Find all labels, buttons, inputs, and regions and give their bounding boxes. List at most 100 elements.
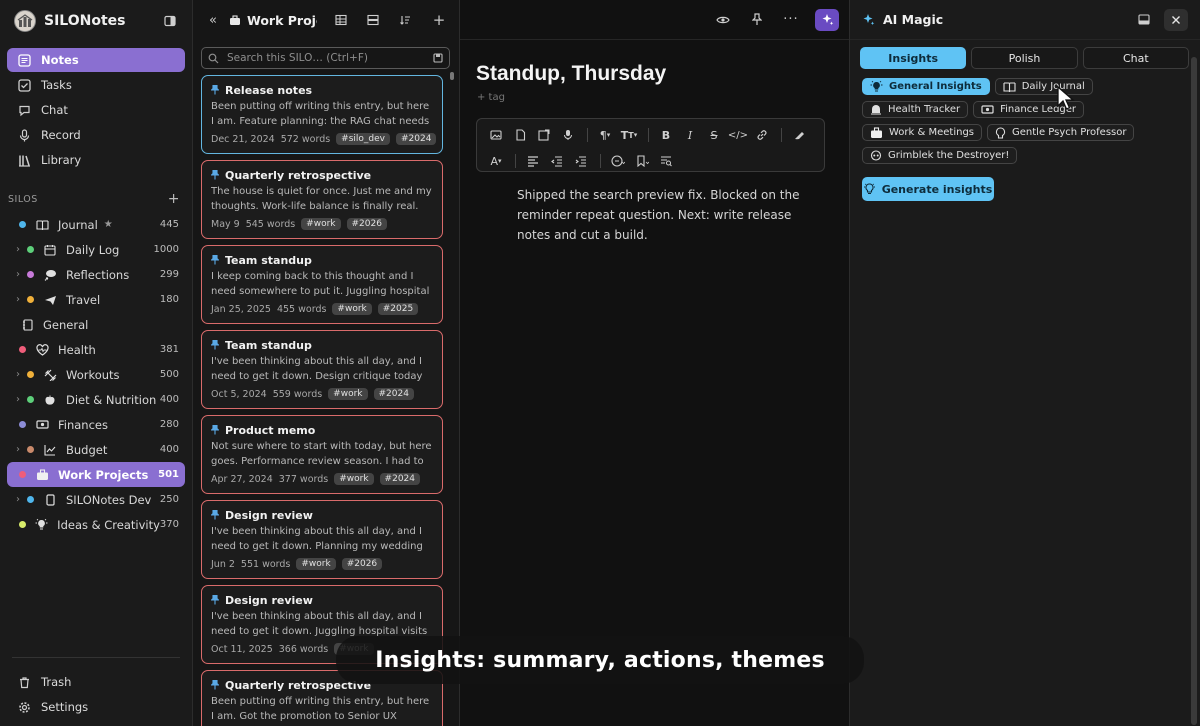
preset-chip-health-tracker[interactable]: Health Tracker [862, 101, 969, 118]
more-options-icon[interactable]: ··· [781, 10, 801, 30]
note-title[interactable]: Standup, Thursday [476, 62, 849, 86]
silo-item-budget[interactable]: › Budget 400 [7, 437, 185, 462]
star-icon[interactable]: ★ [104, 219, 113, 230]
tag-chip[interactable]: #work [328, 388, 368, 400]
tag-chip[interactable]: #2024 [396, 133, 437, 145]
nav-trash[interactable]: Trash [7, 670, 185, 694]
tag-chip[interactable]: #work [296, 558, 336, 570]
tag-chip[interactable]: #work [301, 218, 341, 230]
preset-chip-gentle-psych-professor[interactable]: Gentle Psych Professor [987, 124, 1135, 141]
note-card[interactable]: Team standup I've been thinking about thi… [201, 330, 443, 409]
ai-magic-toggle-icon[interactable] [815, 8, 839, 31]
search-options-icon[interactable] [433, 53, 443, 63]
tag-chip[interactable]: #2025 [377, 303, 419, 315]
nav-notes[interactable]: Notes [7, 48, 185, 72]
bookmark-icon[interactable] [631, 151, 653, 171]
nav-tasks[interactable]: Tasks [7, 73, 185, 97]
tab-insights[interactable]: Insights [860, 47, 967, 69]
link-icon[interactable] [751, 125, 773, 145]
search-input[interactable]: Search this SILO… (Ctrl+F) [201, 47, 450, 69]
silo-item-ideas-creativity[interactable]: Ideas & Creativity 370 [7, 512, 185, 537]
generate-insights-button[interactable]: Generate insights [862, 177, 994, 201]
add-silo-icon[interactable]: + [168, 191, 180, 207]
note-card[interactable]: Product memo Not sure where to start with… [201, 415, 443, 494]
insert-file-icon[interactable] [509, 125, 531, 145]
add-tag-button[interactable]: + tag [477, 92, 849, 103]
silo-item-reflections[interactable]: › Reflections 299 [7, 262, 185, 287]
silo-item-workouts[interactable]: › Workouts 500 [7, 362, 185, 387]
pin-icon[interactable] [211, 425, 219, 435]
ai-panel-scrollbar[interactable] [1191, 57, 1197, 725]
preset-chip-grimblek-the-destroyer[interactable]: Grimblek the Destroyer! [862, 147, 1018, 164]
nav-chat[interactable]: Chat [7, 98, 185, 122]
indent-icon[interactable] [570, 151, 592, 171]
pin-icon[interactable] [211, 680, 219, 690]
close-icon[interactable] [1164, 8, 1188, 31]
silo-item-finances[interactable]: Finances 280 [7, 412, 185, 437]
tag-chip[interactable]: #silo_dev [336, 133, 390, 145]
tab-chat[interactable]: Chat [1082, 47, 1189, 69]
silo-item-diet-nutrition[interactable]: › Diet & Nutrition 400 [7, 387, 185, 412]
pin-icon[interactable] [747, 10, 767, 30]
italic-icon[interactable]: I [679, 125, 701, 145]
paragraph-icon[interactable]: ¶ ▾ [594, 125, 616, 145]
chevron-right-icon[interactable]: › [13, 269, 23, 280]
silo-item-silonotes-dev[interactable]: › SILONotes Dev 250 [7, 487, 185, 512]
note-card[interactable]: Team standup I keep coming back to this t… [201, 245, 443, 324]
chevron-right-icon[interactable]: › [13, 294, 23, 305]
bold-icon[interactable]: B [655, 125, 677, 145]
pin-icon[interactable] [211, 595, 219, 605]
nav-record[interactable]: Record [7, 123, 185, 147]
emoji-icon[interactable] [607, 151, 629, 171]
preset-chip-daily-journal[interactable]: Daily Journal [994, 78, 1093, 95]
silo-item-general[interactable]: General [7, 312, 185, 337]
pin-icon[interactable] [211, 85, 219, 95]
chevron-left-icon[interactable]: « [203, 10, 223, 30]
note-card[interactable]: Release notes Been putting off writing th… [201, 75, 443, 154]
silo-item-daily-log[interactable]: › Daily Log 1000 [7, 237, 185, 262]
chevron-right-icon[interactable]: › [13, 369, 23, 380]
tag-chip[interactable]: #2026 [341, 558, 383, 570]
chevron-right-icon[interactable]: › [13, 394, 23, 405]
text-size-icon[interactable]: T T ▾ [618, 125, 640, 145]
preset-chip-general-insights[interactable]: General Insights [862, 78, 990, 95]
tag-chip[interactable]: #2026 [346, 218, 387, 230]
collapse-sidebar-icon[interactable] [160, 11, 180, 31]
grid-view-icon[interactable] [331, 10, 351, 30]
pin-icon[interactable] [211, 510, 219, 520]
tag-chip[interactable]: #2024 [379, 473, 420, 485]
nav-settings[interactable]: Settings [7, 695, 185, 719]
list-view-icon[interactable] [363, 10, 383, 30]
silo-item-work-projects[interactable]: Work Projects 501 [7, 462, 185, 487]
find-replace-icon[interactable] [655, 151, 677, 171]
note-card[interactable]: Design review I've been thinking about th… [201, 500, 443, 579]
microphone-icon[interactable] [557, 125, 579, 145]
text-color-icon[interactable]: A ▾ [485, 151, 507, 171]
insert-embed-icon[interactable] [533, 125, 555, 145]
pin-icon[interactable] [211, 170, 219, 180]
align-icon[interactable] [522, 151, 544, 171]
pin-icon[interactable] [211, 255, 219, 265]
highlighter-icon[interactable] [788, 125, 810, 145]
silo-item-health[interactable]: Health 381 [7, 337, 185, 362]
pin-icon[interactable] [211, 340, 219, 350]
outdent-icon[interactable] [546, 151, 568, 171]
code-icon[interactable]: </> [727, 125, 749, 145]
chevron-right-icon[interactable]: › [13, 444, 23, 455]
nav-library[interactable]: Library [7, 148, 185, 172]
chevron-right-icon[interactable]: › [13, 244, 23, 255]
chevron-right-icon[interactable]: › [13, 494, 23, 505]
scrollbar-thumb[interactable] [1191, 57, 1197, 725]
silo-item-journal[interactable]: Journal ★ 445 [7, 212, 185, 237]
sort-icon[interactable] [395, 10, 415, 30]
preview-eye-icon[interactable] [713, 10, 733, 30]
tag-chip[interactable]: #work [332, 303, 372, 315]
preset-chip-work-meetings[interactable]: Work & Meetings [862, 124, 983, 141]
note-card[interactable]: Quarterly retrospective The house is quie… [201, 160, 443, 239]
tag-chip[interactable]: #2024 [373, 388, 414, 400]
silo-item-travel[interactable]: › Travel 180 [7, 287, 185, 312]
tab-polish[interactable]: Polish [971, 47, 1078, 69]
note-body[interactable]: Shipped the search preview fix. Blocked … [517, 185, 819, 245]
dock-panel-icon[interactable] [1134, 10, 1154, 30]
tag-chip[interactable]: #work [334, 473, 374, 485]
